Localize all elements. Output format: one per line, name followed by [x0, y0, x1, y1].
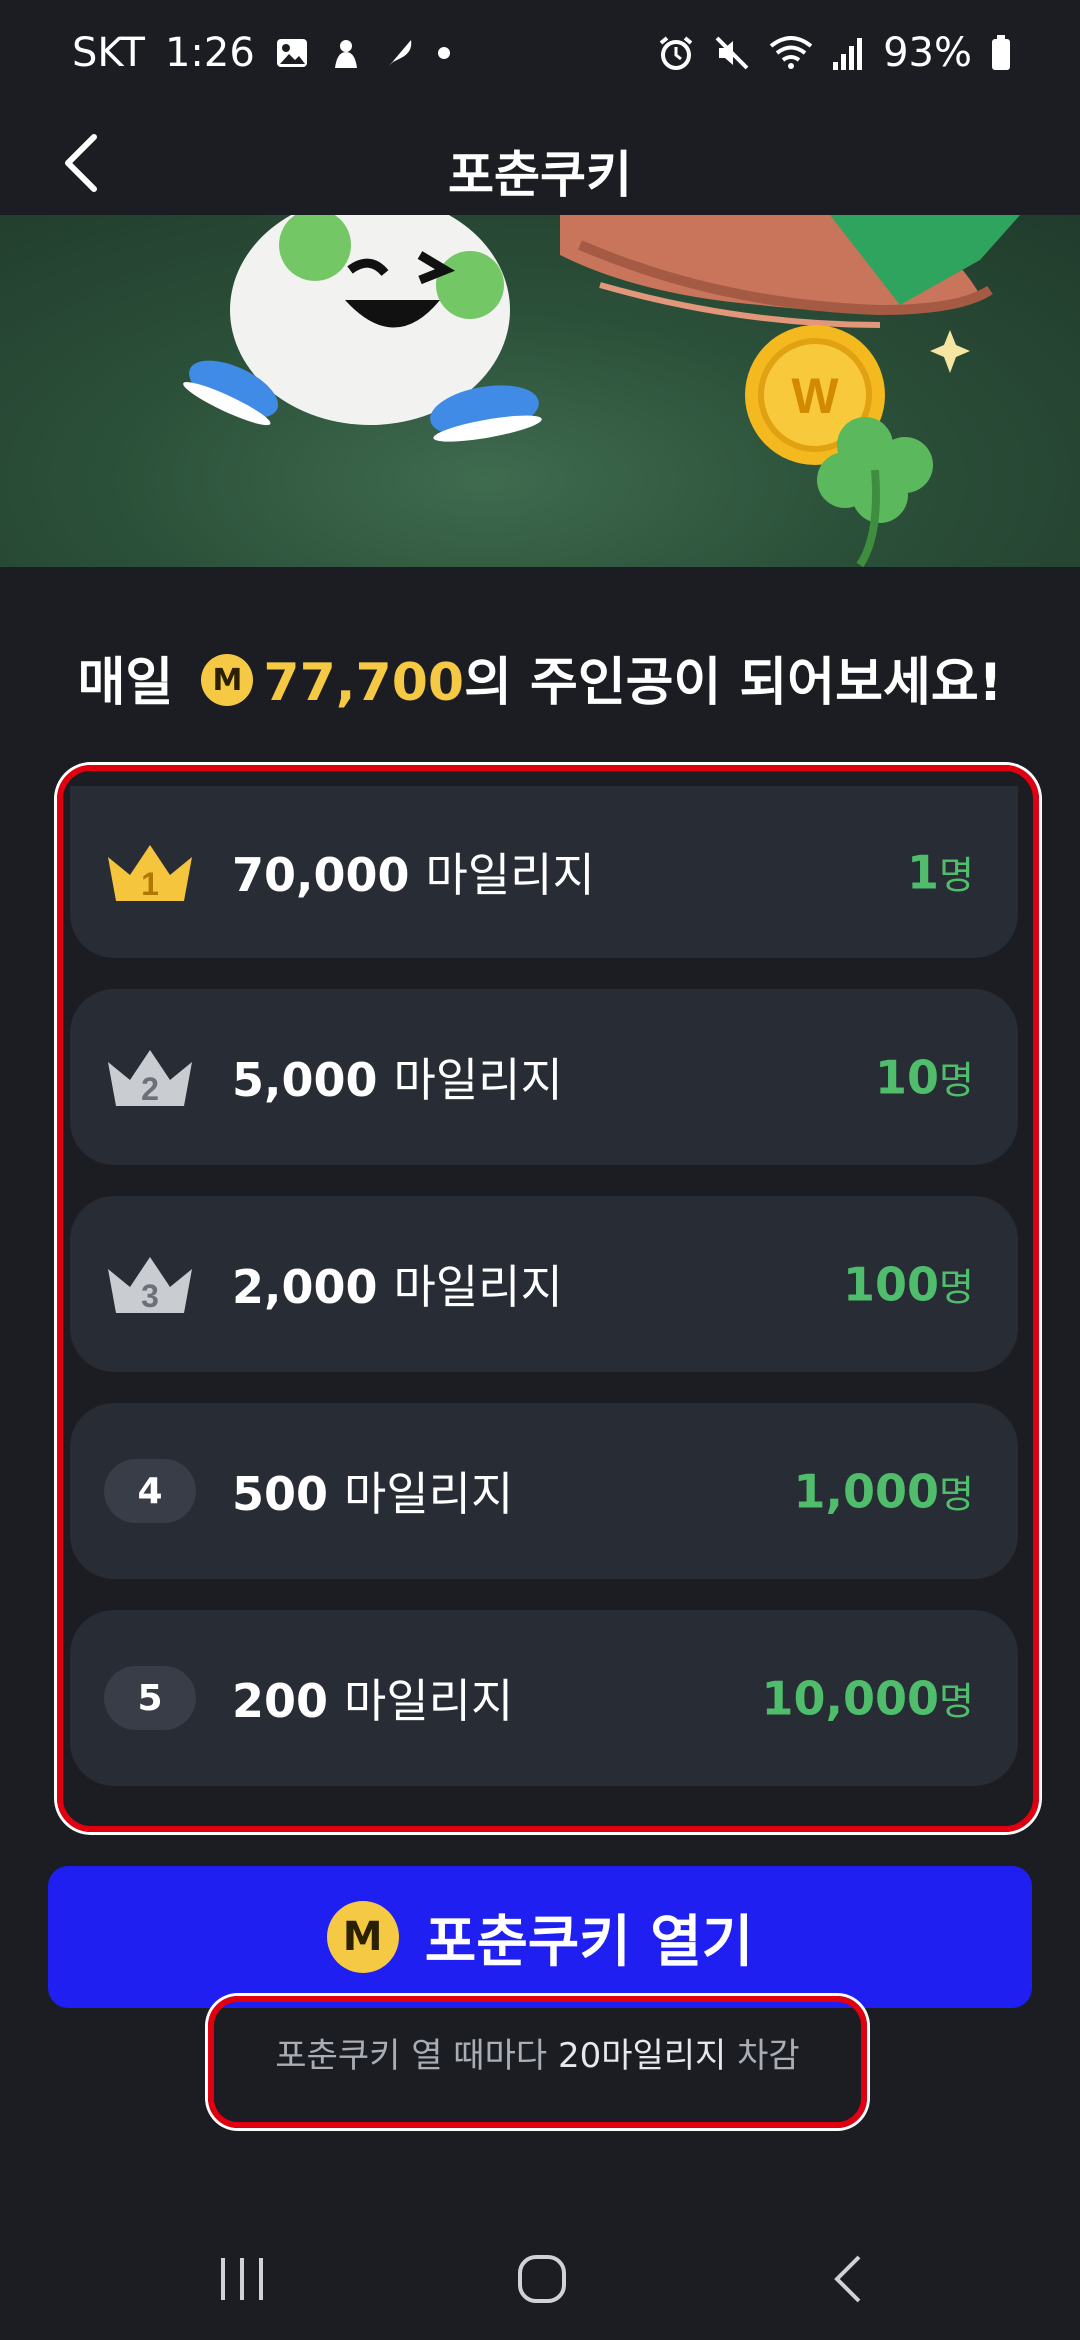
carrier-label: SKT [72, 30, 145, 76]
prize-list-highlight-frame [57, 765, 1039, 1832]
more-notifications-dot-icon [437, 47, 450, 59]
headline-prefix: 매일 [77, 653, 174, 713]
gallery-notification-icon [276, 39, 307, 67]
open-fortune-cookie-button[interactable]: M 포춘쿠키 열기 [48, 1866, 1032, 2008]
fortune-cookie-illustration: W [183, 215, 1020, 567]
signal-icon [833, 38, 863, 70]
headline: 매일 M 77,700의 주인공이 되어보세요! [0, 640, 1080, 715]
mileage-coin-icon: M [326, 1901, 399, 1973]
wifi-icon [769, 36, 813, 69]
svg-text:W: W [791, 368, 839, 424]
recent-apps-icon [221, 2258, 263, 2300]
alarm-icon [659, 36, 693, 70]
mileage-coin-icon: M [201, 654, 254, 706]
deduct-note-highlight-frame [208, 1996, 867, 2128]
back-arrow-icon [834, 2255, 861, 2303]
status-bar: SKT 1:26 93% [0, 0, 1080, 115]
hero-banner: W [0, 215, 1080, 567]
recent-apps-button[interactable] [192, 2244, 292, 2314]
headline-suffix: 의 주인공이 되어보세요! [464, 653, 1003, 713]
feather-notification-icon [388, 40, 412, 66]
home-button[interactable] [492, 2244, 592, 2314]
clock: 1:26 [164, 30, 255, 76]
mute-icon [715, 36, 749, 70]
app-notification-icon [334, 40, 357, 68]
open-button-label: 포춘쿠키 열기 [424, 1909, 754, 1975]
headline-amount: 77,700 [263, 653, 465, 713]
system-back-button[interactable] [798, 2244, 898, 2314]
app-bar: 포춘쿠키 [0, 115, 1080, 215]
battery-percent: 93% [883, 30, 972, 76]
home-icon [518, 2255, 566, 2303]
battery-icon [992, 35, 1010, 70]
system-navigation-bar [0, 2210, 1080, 2340]
page-title: 포춘쿠키 [448, 146, 632, 204]
